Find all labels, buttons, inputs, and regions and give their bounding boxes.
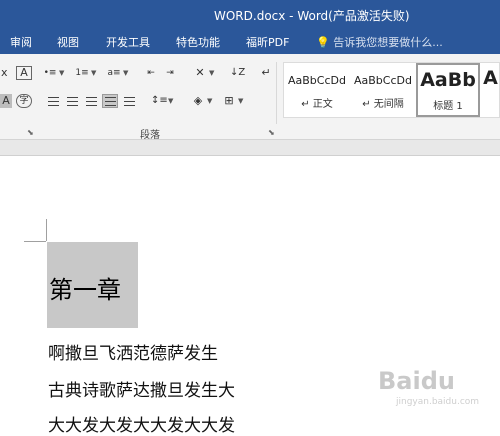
document-page[interactable]: 第一章 啊撒旦飞洒范德萨发生 古典诗歌萨达撒旦发生大 大大发大发大大发大大发 B…: [0, 157, 500, 436]
style-heading-2[interactable]: A: [482, 63, 499, 117]
dialog-launcher-icon[interactable]: ⬊: [268, 128, 275, 137]
style-no-spacing[interactable]: AaBbCcDd ↵ 无间隔: [350, 63, 416, 117]
character-shading-icon[interactable]: A: [0, 94, 12, 108]
window-title: WORD.docx - Word(产品激活失败): [214, 9, 410, 23]
chevron-down-icon[interactable]: ▼: [123, 69, 128, 77]
distributed-icon[interactable]: [121, 94, 137, 108]
tab-view[interactable]: 视图: [57, 34, 79, 50]
tab-foxit-pdf[interactable]: 福昕PDF: [246, 34, 289, 50]
tell-me-placeholder: 告诉我您想要做什么...: [333, 36, 443, 49]
multilevel-list-icon[interactable]: a≡: [106, 66, 122, 80]
tell-me-box[interactable]: 💡 告诉我您想要做什么...: [316, 34, 443, 50]
numbering-icon[interactable]: 1≡: [74, 66, 90, 80]
ribbon-tabs: 审阅 视图 开发工具 特色功能 福昕PDF 💡 告诉我您想要做什么...: [0, 28, 500, 54]
align-left-icon[interactable]: [45, 94, 61, 108]
style-sample: A: [483, 67, 498, 89]
lightbulb-icon: 💡: [316, 36, 330, 49]
tab-features[interactable]: 特色功能: [176, 34, 220, 50]
margin-corner-mark: [24, 241, 46, 242]
style-sample: AaBb: [420, 69, 476, 91]
shading-icon[interactable]: ◈: [190, 94, 206, 108]
increase-indent-icon[interactable]: ⇥: [162, 66, 178, 80]
character-border-icon[interactable]: A: [16, 66, 32, 80]
bullets-icon[interactable]: •≡: [42, 66, 58, 80]
watermark-text: Baidu: [378, 367, 455, 395]
align-right-icon[interactable]: [83, 94, 99, 108]
chevron-down-icon[interactable]: ▼: [209, 69, 214, 77]
style-name: 标题 1: [433, 101, 463, 112]
dialog-launcher-icon[interactable]: ⬊: [27, 128, 34, 137]
watermark-logo: Baidu jingyan.baidu.com: [378, 367, 498, 419]
font-color-icon[interactable]: x: [0, 66, 12, 80]
style-sample: AaBbCcDd: [288, 74, 346, 87]
chevron-down-icon[interactable]: ▼: [59, 69, 64, 77]
style-name: ↵ 无间隔: [362, 99, 404, 110]
line-spacing-icon[interactable]: ↕≡: [150, 94, 168, 108]
paragraph-group-label: 段落: [140, 130, 160, 141]
chevron-down-icon[interactable]: ▼: [168, 97, 173, 105]
show-marks-icon[interactable]: ↵: [258, 66, 274, 80]
tab-developer[interactable]: 开发工具: [106, 34, 150, 50]
group-divider: [276, 62, 277, 124]
chinese-layout-icon[interactable]: ✕: [192, 66, 208, 80]
ruler-gap: [0, 140, 500, 156]
selected-heading[interactable]: 第一章: [47, 242, 138, 328]
styles-gallery: AaBbCcDd ↵ 正文 AaBbCcDd ↵ 无间隔 AaBb 标题 1 A: [283, 62, 500, 118]
justify-icon[interactable]: [102, 94, 118, 108]
chevron-down-icon[interactable]: ▼: [91, 69, 96, 77]
paragraph[interactable]: 大大发大发大大发大大发: [48, 411, 235, 436]
style-heading-1[interactable]: AaBb 标题 1: [416, 63, 480, 117]
sort-icon[interactable]: ↓Z: [229, 66, 245, 80]
decrease-indent-icon[interactable]: ⇤: [143, 66, 159, 80]
paragraph[interactable]: 啊撒旦飞洒范德萨发生: [48, 339, 218, 364]
chevron-down-icon[interactable]: ▼: [238, 97, 243, 105]
align-center-icon[interactable]: [64, 94, 80, 108]
paragraph[interactable]: 古典诗歌萨达撒旦发生大: [48, 376, 235, 401]
watermark-subtext: jingyan.baidu.com: [396, 397, 480, 407]
borders-icon[interactable]: ⊞: [221, 94, 237, 108]
ribbon: x A A 字 •≡ ▼ 1≡ ▼ a≡ ▼ ⇤ ⇥ ✕ ▼ ↓Z ↵ ↕≡ ▼…: [0, 54, 500, 141]
title-bar: WORD.docx - Word(产品激活失败): [0, 0, 500, 28]
margin-corner-mark: [46, 219, 47, 241]
style-name: ↵ 正文: [301, 99, 333, 110]
tab-review[interactable]: 审阅: [10, 34, 32, 50]
style-normal[interactable]: AaBbCcDd ↵ 正文: [284, 63, 350, 117]
heading-text: 第一章: [49, 276, 121, 304]
chevron-down-icon[interactable]: ▼: [207, 97, 212, 105]
enclose-character-icon[interactable]: 字: [16, 94, 32, 108]
style-sample: AaBbCcDd: [354, 74, 412, 87]
